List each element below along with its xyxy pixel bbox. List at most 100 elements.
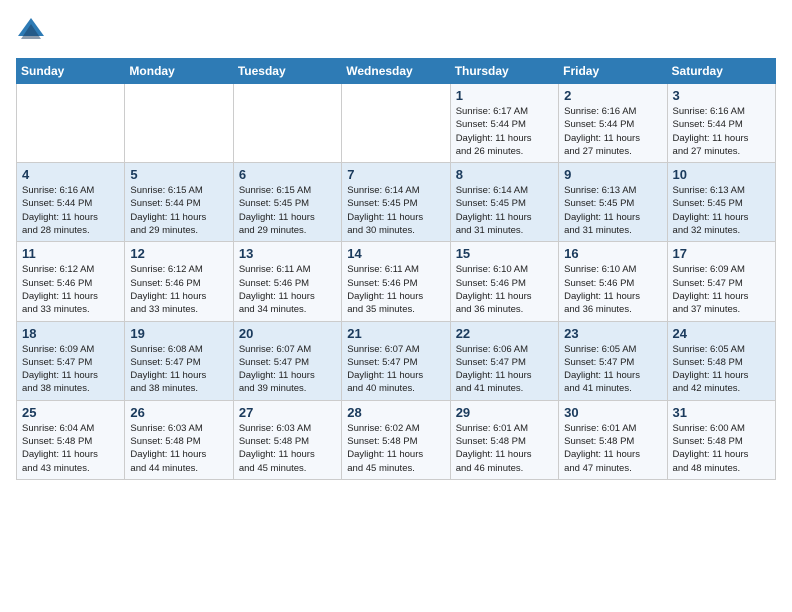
day-info: Sunrise: 6:05 AM Sunset: 5:47 PM Dayligh…	[564, 343, 661, 396]
calendar-cell: 22Sunrise: 6:06 AM Sunset: 5:47 PM Dayli…	[450, 321, 558, 400]
day-number: 14	[347, 246, 444, 261]
day-info: Sunrise: 6:14 AM Sunset: 5:45 PM Dayligh…	[456, 184, 553, 237]
day-number: 10	[673, 167, 770, 182]
calendar-cell: 3 Sunrise: 6:16 AM Sunset: 5:44 PM Daylig…	[667, 84, 775, 163]
calendar-cell: 2 Sunrise: 6:16 AM Sunset: 5:44 PM Daylig…	[559, 84, 667, 163]
day-number: 24	[673, 326, 770, 341]
calendar-cell: 7 Sunrise: 6:14 AM Sunset: 5:45 PM Daylig…	[342, 163, 450, 242]
calendar-cell: 26 Sunrise: 6:03 AM Sunset: 5:48 PM Dayli…	[125, 400, 233, 479]
day-number: 2	[564, 88, 661, 103]
day-info: Sunrise: 6:17 AM Sunset: 5:44 PM Dayligh…	[456, 105, 553, 158]
day-number: 5	[130, 167, 227, 182]
day-info: Sunrise: 6:15 AM Sunset: 5:45 PM Dayligh…	[239, 184, 336, 237]
calendar-cell: 1 Sunrise: 6:17 AM Sunset: 5:44 PM Daylig…	[450, 84, 558, 163]
weekday-header: Thursday	[450, 59, 558, 84]
calendar-cell: 24 Sunrise: 6:05 AM Sunset: 5:48 PM Dayli…	[667, 321, 775, 400]
day-info: Sunrise: 6:16 AM Sunset: 5:44 PM Dayligh…	[673, 105, 770, 158]
day-number: 17	[673, 246, 770, 261]
calendar-cell: 17 Sunrise: 6:09 AM Sunset: 5:47 PM Dayli…	[667, 242, 775, 321]
day-number: 3	[673, 88, 770, 103]
day-number: 11	[22, 246, 119, 261]
calendar-cell: 11 Sunrise: 6:12 AM Sunset: 5:46 PM Dayli…	[17, 242, 125, 321]
day-number: 4	[22, 167, 119, 182]
day-number: 6	[239, 167, 336, 182]
calendar-cell: 23 Sunrise: 6:05 AM Sunset: 5:47 PM Dayli…	[559, 321, 667, 400]
day-info: Sunrise: 6:11 AM Sunset: 5:46 PM Dayligh…	[239, 263, 336, 316]
day-info: Sunrise: 6:05 AM Sunset: 5:48 PM Dayligh…	[673, 343, 770, 396]
day-info: Sunrise: 6:08 AM Sunset: 5:47 PM Dayligh…	[130, 343, 227, 396]
calendar-cell: 27 Sunrise: 6:03 AM Sunset: 5:48 PM Dayli…	[233, 400, 341, 479]
day-number: 29	[456, 405, 553, 420]
day-number: 9	[564, 167, 661, 182]
day-info: Sunrise: 6:12 AM Sunset: 5:46 PM Dayligh…	[22, 263, 119, 316]
page-header	[16, 16, 776, 46]
calendar-cell: 31 Sunrise: 6:00 AM Sunset: 5:48 PM Dayli…	[667, 400, 775, 479]
day-info: Sunrise: 6:06 AM Sunset: 5:47 PM Dayligh…	[456, 343, 553, 396]
day-number: 7	[347, 167, 444, 182]
calendar-table: SundayMondayTuesdayWednesdayThursdayFrid…	[16, 58, 776, 480]
calendar-cell: 20 Sunrise: 6:07 AM Sunset: 5:47 PM Dayli…	[233, 321, 341, 400]
day-info: Sunrise: 6:01 AM Sunset: 5:48 PM Dayligh…	[456, 422, 553, 475]
day-info: Sunrise: 6:03 AM Sunset: 5:48 PM Dayligh…	[239, 422, 336, 475]
calendar-cell: 9 Sunrise: 6:13 AM Sunset: 5:45 PM Daylig…	[559, 163, 667, 242]
calendar-cell	[125, 84, 233, 163]
day-number: 27	[239, 405, 336, 420]
day-number: 19	[130, 326, 227, 341]
day-info: Sunrise: 6:03 AM Sunset: 5:48 PM Dayligh…	[130, 422, 227, 475]
logo	[16, 16, 50, 46]
day-info: Sunrise: 6:07 AM Sunset: 5:47 PM Dayligh…	[347, 343, 444, 396]
day-number: 1	[456, 88, 553, 103]
weekday-header: Saturday	[667, 59, 775, 84]
day-number: 26	[130, 405, 227, 420]
day-info: Sunrise: 6:01 AM Sunset: 5:48 PM Dayligh…	[564, 422, 661, 475]
day-info: Sunrise: 6:13 AM Sunset: 5:45 PM Dayligh…	[673, 184, 770, 237]
calendar-cell: 21 Sunrise: 6:07 AM Sunset: 5:47 PM Dayli…	[342, 321, 450, 400]
calendar-header: SundayMondayTuesdayWednesdayThursdayFrid…	[17, 59, 776, 84]
day-number: 15	[456, 246, 553, 261]
weekday-header: Sunday	[17, 59, 125, 84]
logo-icon	[16, 16, 46, 46]
day-info: Sunrise: 6:07 AM Sunset: 5:47 PM Dayligh…	[239, 343, 336, 396]
calendar-cell: 19 Sunrise: 6:08 AM Sunset: 5:47 PM Dayli…	[125, 321, 233, 400]
day-info: Sunrise: 6:16 AM Sunset: 5:44 PM Dayligh…	[22, 184, 119, 237]
calendar-cell: 10 Sunrise: 6:13 AM Sunset: 5:45 PM Dayli…	[667, 163, 775, 242]
day-number: 20	[239, 326, 336, 341]
day-info: Sunrise: 6:09 AM Sunset: 5:47 PM Dayligh…	[22, 343, 119, 396]
day-info: Sunrise: 6:13 AM Sunset: 5:45 PM Dayligh…	[564, 184, 661, 237]
day-info: Sunrise: 6:14 AM Sunset: 5:45 PM Dayligh…	[347, 184, 444, 237]
calendar-cell: 8Sunrise: 6:14 AM Sunset: 5:45 PM Daylig…	[450, 163, 558, 242]
day-number: 21	[347, 326, 444, 341]
calendar-cell: 4 Sunrise: 6:16 AM Sunset: 5:44 PM Daylig…	[17, 163, 125, 242]
weekday-header: Tuesday	[233, 59, 341, 84]
day-number: 25	[22, 405, 119, 420]
day-info: Sunrise: 6:02 AM Sunset: 5:48 PM Dayligh…	[347, 422, 444, 475]
day-info: Sunrise: 6:09 AM Sunset: 5:47 PM Dayligh…	[673, 263, 770, 316]
calendar-cell	[17, 84, 125, 163]
calendar-cell: 18 Sunrise: 6:09 AM Sunset: 5:47 PM Dayli…	[17, 321, 125, 400]
day-info: Sunrise: 6:04 AM Sunset: 5:48 PM Dayligh…	[22, 422, 119, 475]
calendar-cell: 25 Sunrise: 6:04 AM Sunset: 5:48 PM Dayli…	[17, 400, 125, 479]
day-number: 30	[564, 405, 661, 420]
day-number: 18	[22, 326, 119, 341]
calendar-cell: 6 Sunrise: 6:15 AM Sunset: 5:45 PM Daylig…	[233, 163, 341, 242]
calendar-cell: 14 Sunrise: 6:11 AM Sunset: 5:46 PM Dayli…	[342, 242, 450, 321]
day-info: Sunrise: 6:11 AM Sunset: 5:46 PM Dayligh…	[347, 263, 444, 316]
day-info: Sunrise: 6:12 AM Sunset: 5:46 PM Dayligh…	[130, 263, 227, 316]
calendar-cell	[342, 84, 450, 163]
calendar-cell	[233, 84, 341, 163]
calendar-cell: 13 Sunrise: 6:11 AM Sunset: 5:46 PM Dayli…	[233, 242, 341, 321]
calendar-cell: 30 Sunrise: 6:01 AM Sunset: 5:48 PM Dayli…	[559, 400, 667, 479]
day-info: Sunrise: 6:16 AM Sunset: 5:44 PM Dayligh…	[564, 105, 661, 158]
day-number: 13	[239, 246, 336, 261]
day-number: 12	[130, 246, 227, 261]
calendar-cell: 16Sunrise: 6:10 AM Sunset: 5:46 PM Dayli…	[559, 242, 667, 321]
day-info: Sunrise: 6:10 AM Sunset: 5:46 PM Dayligh…	[456, 263, 553, 316]
day-info: Sunrise: 6:00 AM Sunset: 5:48 PM Dayligh…	[673, 422, 770, 475]
calendar-cell: 12 Sunrise: 6:12 AM Sunset: 5:46 PM Dayli…	[125, 242, 233, 321]
day-info: Sunrise: 6:10 AM Sunset: 5:46 PM Dayligh…	[564, 263, 661, 316]
day-number: 23	[564, 326, 661, 341]
calendar-cell: 28 Sunrise: 6:02 AM Sunset: 5:48 PM Dayli…	[342, 400, 450, 479]
day-number: 28	[347, 405, 444, 420]
day-number: 31	[673, 405, 770, 420]
calendar-cell: 15 Sunrise: 6:10 AM Sunset: 5:46 PM Dayli…	[450, 242, 558, 321]
